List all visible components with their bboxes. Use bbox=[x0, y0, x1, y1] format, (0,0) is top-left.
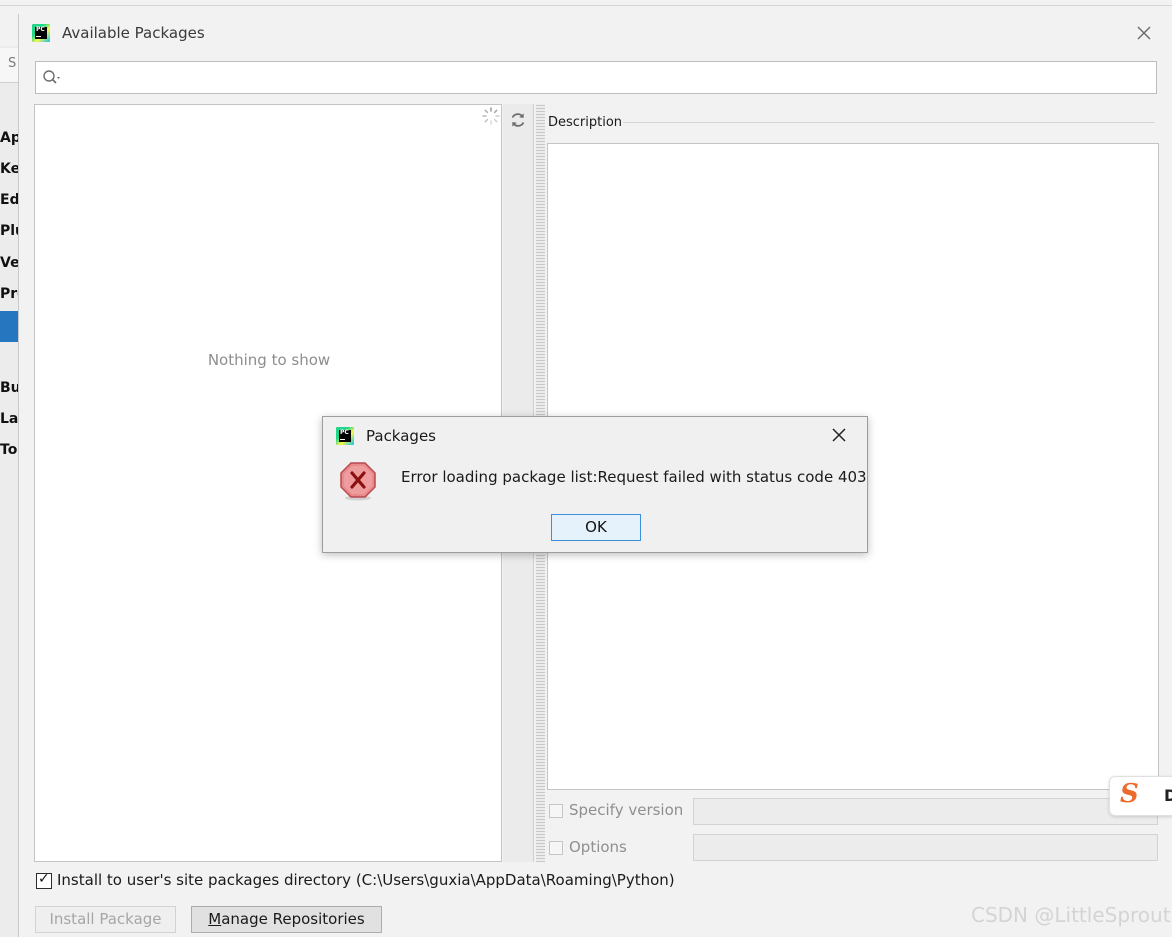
background-sidebar-item[interactable]: Plu bbox=[0, 223, 18, 239]
version-select[interactable] bbox=[693, 798, 1158, 825]
description-label: Description bbox=[548, 115, 623, 130]
widget-logo-icon: S bbox=[1120, 779, 1139, 809]
specify-version-checkbox[interactable] bbox=[549, 804, 563, 818]
error-modal: PC Packages Error loading package list:R… bbox=[322, 416, 868, 553]
background-sidebar-item[interactable]: Ed bbox=[0, 192, 18, 208]
install-user-site-label: Install to user's site packages director… bbox=[57, 871, 675, 889]
close-icon[interactable] bbox=[1131, 20, 1157, 46]
manage-button-mnemonic: M bbox=[208, 910, 222, 928]
options-field[interactable] bbox=[693, 834, 1158, 861]
refresh-icon[interactable] bbox=[509, 111, 527, 133]
install-user-site-checkbox[interactable]: ✓ bbox=[36, 871, 52, 889]
close-icon[interactable] bbox=[826, 423, 852, 449]
error-icon bbox=[339, 461, 377, 505]
empty-list-text: Nothing to show bbox=[207, 351, 331, 369]
manage-button-label: anage Repositories bbox=[221, 910, 365, 928]
options-label: Options bbox=[569, 838, 627, 856]
search-input[interactable] bbox=[35, 61, 1157, 94]
background-sidebar-item[interactable]: Ve bbox=[0, 255, 18, 271]
modal-title: Packages bbox=[366, 427, 436, 445]
watermark-text: CSDN @LittleSprout bbox=[971, 903, 1171, 927]
dialog-title-bar: PC Available Packages bbox=[19, 14, 1172, 54]
background-sidebar-item[interactable]: To bbox=[0, 442, 18, 458]
background-sidebar-item[interactable]: Bu bbox=[0, 380, 18, 396]
background-sidebar-item[interactable]: Ap bbox=[0, 130, 18, 146]
widget-label: D bbox=[1164, 786, 1172, 805]
background-sidebar-selected-item[interactable] bbox=[0, 311, 18, 342]
background-sidebar-item[interactable]: Pro bbox=[0, 286, 18, 302]
error-message: Error loading package list:Request faile… bbox=[401, 468, 867, 486]
pycharm-logo-icon: PC bbox=[32, 24, 50, 42]
background-sidebar-item[interactable]: Ke bbox=[0, 161, 18, 177]
background-divider bbox=[0, 5, 1172, 6]
search-icon[interactable] bbox=[42, 69, 64, 91]
background-sidebar-item[interactable]: La bbox=[0, 411, 18, 427]
pycharm-logo-icon: PC bbox=[336, 427, 354, 445]
manage-repositories-button[interactable]: Manage Repositories bbox=[191, 906, 382, 933]
install-package-button[interactable]: Install Package bbox=[35, 906, 176, 933]
ok-button[interactable]: OK bbox=[551, 514, 641, 541]
floating-widget[interactable]: S D bbox=[1109, 776, 1172, 816]
specify-version-label: Specify version bbox=[569, 801, 684, 819]
background-search-letter: S bbox=[8, 56, 17, 71]
description-separator bbox=[623, 122, 1155, 123]
dialog-title: Available Packages bbox=[62, 24, 205, 42]
checkmark-icon: ✓ bbox=[38, 871, 50, 887]
loading-spinner-icon bbox=[482, 107, 500, 129]
options-checkbox[interactable] bbox=[549, 841, 563, 855]
background-sidebar bbox=[0, 46, 18, 937]
